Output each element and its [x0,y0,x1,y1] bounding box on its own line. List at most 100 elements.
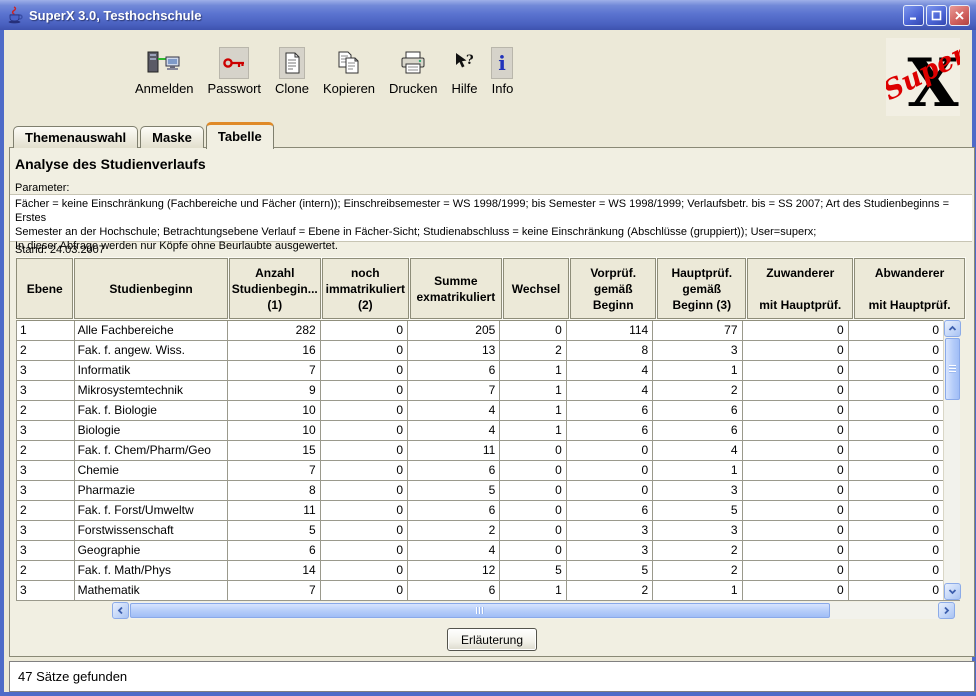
maximize-button[interactable] [926,4,947,26]
table-row[interactable]: 3 Mikrosystemtechnik 9 0 7 1 4 2 0 0 [17,381,960,401]
vertical-scroll-track[interactable] [944,401,960,583]
table-cell: 0 [742,321,849,341]
table-cell: 0 [320,401,409,421]
scroll-down-button[interactable] [944,583,961,600]
table-cell: 1 [17,321,75,341]
table-row[interactable]: 3 Forstwissenschaft 5 0 2 0 3 3 0 0 [17,521,960,541]
scroll-up-button[interactable] [944,320,961,337]
scroll-left-button[interactable] [112,602,129,619]
window-controls [903,4,970,26]
table-row[interactable]: 3 Informatik 7 0 6 1 4 1 0 0 [17,361,960,381]
table-cell: 7 [228,581,321,601]
tab-themenauswahl[interactable]: Themenauswahl [13,126,139,148]
table-cell: 1 [653,461,743,481]
app-window: SuperX 3.0, Testhochschule Anmelden Pass… [0,0,976,696]
column-header[interactable]: Wechsel [502,258,570,319]
column-header[interactable]: noch immatrikuliert (2) [321,258,409,319]
svg-text:i: i [499,52,507,74]
clone-button[interactable]: Clone [275,47,309,96]
table-cell: Mathematik [74,581,229,601]
table-cell: 0 [320,501,409,521]
table-cell: 0 [742,501,849,521]
table-cell: Pharmazie [74,481,229,501]
superx-logo: X Super [886,38,960,116]
table-cell: 6 [228,541,321,561]
table-cell: 0 [500,321,567,341]
table-cell: 7 [408,381,501,401]
table-row[interactable]: 2 Fak. f. Chem/Pharm/Geo 15 0 11 0 0 4 0 0 [17,441,960,461]
table-row[interactable]: 2 Fak. f. angew. Wiss. 16 0 13 2 8 3 0 0 [17,341,960,361]
table-row[interactable]: 1 Alle Fachbereiche 282 0 205 0 114 77 0 0 [17,321,960,341]
table-cell: 5 [500,561,567,581]
table-cell: Fak. f. Chem/Pharm/Geo [74,441,229,461]
anmelden-button[interactable]: Anmelden [135,47,194,96]
help-cursor-icon: ? [453,47,475,79]
table-row[interactable]: 3 Mathematik 7 0 6 1 2 1 0 0 [17,581,960,601]
close-button[interactable] [949,4,970,26]
document-icon [279,47,305,79]
column-header[interactable]: Abwanderer mit Hauptprüf. [854,258,965,319]
stand-date: Stand: 24.03.2007 [15,244,105,256]
parameter-text: Fächer = keine Einschränkung (Fachbereic… [10,194,972,252]
table-cell: 7 [228,461,321,481]
scroll-right-button[interactable] [938,602,955,619]
table-cell: 3 [17,481,75,501]
table-cell: 77 [653,321,743,341]
table-cell: 4 [566,381,654,401]
table-cell: 1 [653,361,743,381]
table-cell: 6 [408,361,501,381]
table-row[interactable]: 2 Fak. f. Forst/Umweltw 11 0 6 0 6 5 0 0 [17,501,960,521]
vertical-scrollbar[interactable] [943,320,961,600]
column-header[interactable]: Zuwanderer mit Hauptprüf. [747,258,854,319]
toolbar: Anmelden Passwort Clone Kopieren Drucken… [135,47,514,96]
column-header[interactable]: Summe exmatrikuliert [409,258,502,319]
hilfe-button[interactable]: ? Hilfe [451,47,477,96]
drucken-button[interactable]: Drucken [389,47,437,96]
table-row[interactable]: 2 Fak. f. Math/Phys 14 0 12 5 5 2 0 0 [17,561,960,581]
table-cell: 5 [566,561,654,581]
horizontal-scroll-track[interactable] [830,602,938,619]
table-cell: 0 [320,481,409,501]
erlaeuterung-button[interactable]: Erläuterung [447,628,537,651]
table-cell: 0 [500,521,567,541]
column-header[interactable]: Hauptprüf. gemäß Beginn (3) [657,258,747,319]
table-row[interactable]: 3 Biologie 10 0 4 1 6 6 0 0 [17,421,960,441]
kopieren-button[interactable]: Kopieren [323,47,375,96]
table-cell: 0 [742,461,849,481]
tab-maske[interactable]: Maske [140,126,204,148]
table-cell: 6 [566,421,654,441]
horizontal-scrollbar[interactable] [112,602,955,619]
table-row[interactable]: 3 Pharmazie 8 0 5 0 0 3 0 0 [17,481,960,501]
table-row[interactable]: 3 Chemie 7 0 6 0 0 1 0 0 [17,461,960,481]
horizontal-scroll-thumb[interactable] [130,603,830,618]
table-cell: 6 [566,401,654,421]
table-row[interactable]: 2 Fak. f. Biologie 10 0 4 1 6 6 0 0 [17,401,960,421]
table-cell: 4 [653,441,743,461]
table-cell: 0 [742,401,849,421]
table-cell: 11 [408,441,501,461]
table-cell: Mikrosystemtechnik [74,381,229,401]
table-cell: 3 [17,361,75,381]
tab-tabelle[interactable]: Tabelle [205,122,274,149]
table-row[interactable]: 3 Geographie 6 0 4 0 3 2 0 0 [17,541,960,561]
column-header[interactable]: Anzahl Studienbegin... (1) [228,258,321,319]
table-cell: Chemie [74,461,229,481]
minimize-button[interactable] [903,4,924,26]
window-title: SuperX 3.0, Testhochschule [29,7,202,23]
table-cell: 0 [500,541,567,561]
table-cell: 11 [228,501,321,521]
table-cell: 0 [500,501,567,521]
table-cell: 3 [566,541,654,561]
column-header[interactable]: Vorprüf. gemäß Beginn [570,258,657,319]
table-cell: 0 [320,361,409,381]
table-cell: 282 [228,321,321,341]
info-button[interactable]: i Info [491,47,514,96]
passwort-button[interactable]: Passwort [208,47,261,96]
table-cell: 3 [566,521,654,541]
table-cell: 3 [653,521,743,541]
table-cell: 0 [320,421,409,441]
table-cell: 3 [653,481,743,501]
vertical-scroll-thumb[interactable] [945,338,960,400]
column-header[interactable]: Studienbeginn [74,258,228,319]
column-header[interactable]: Ebene [16,258,74,319]
